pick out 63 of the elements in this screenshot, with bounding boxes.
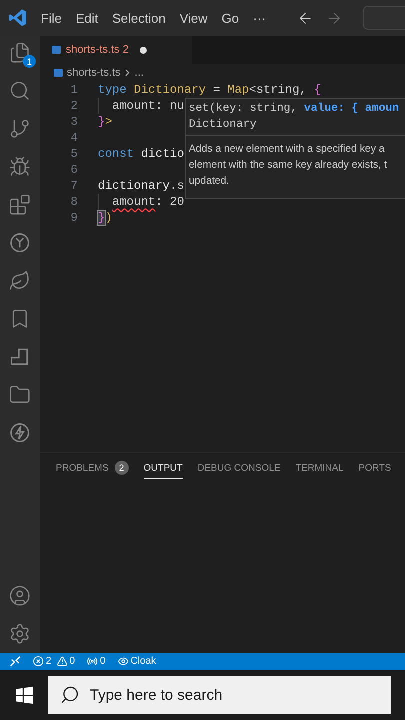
remote-icon[interactable] [10, 656, 21, 667]
chevron-icon [124, 69, 131, 77]
warning-icon [56, 656, 68, 667]
logo-icon [8, 8, 28, 28]
method-description: Adds a new element with a specified key a element with the same key already exists, t updated. [188, 143, 388, 189]
code-line: }) [98, 210, 112, 226]
code-line: type Dictionary = Map<string, { [98, 82, 322, 98]
code-line: dictionary.s [98, 178, 184, 194]
breadcrumb-item[interactable]: shorts-ts.ts [67, 67, 121, 79]
source-control-icon[interactable] [9, 118, 31, 140]
typescript-file-icon [54, 69, 63, 77]
broadcast-icon [87, 656, 98, 667]
typescript-file-icon [52, 46, 61, 54]
editor-tab[interactable]: shorts-ts.ts 2 [40, 36, 192, 64]
command-center-field[interactable] [363, 6, 405, 30]
breadcrumb-item[interactable]: ... [134, 67, 144, 79]
menu-item[interactable]: Edit [68, 10, 106, 26]
settings-icon[interactable] [9, 623, 31, 645]
count-badge: 2 [114, 461, 129, 475]
panel-tab[interactable]: DEBUG CONSOLE [198, 461, 281, 479]
line-number: 7 [70, 178, 79, 194]
search-icon [60, 685, 80, 705]
explorer-icon[interactable] [9, 42, 31, 64]
menu-item[interactable]: File [34, 10, 69, 26]
leaf-icon[interactable] [9, 270, 31, 292]
ports-status[interactable]: 0 [87, 656, 106, 667]
line-number: 3 [70, 114, 79, 130]
panel-tab[interactable]: PROBLEMS 2 [56, 461, 129, 479]
eye-icon [118, 656, 129, 667]
step-shape-icon[interactable] [9, 346, 31, 368]
circle-branch-icon[interactable] [9, 232, 31, 254]
method-signature: set(key: string, value: { amoun Dictionary [186, 99, 405, 136]
menu-item[interactable]: View [172, 10, 215, 26]
error-icon [33, 656, 44, 667]
panel-tab[interactable]: PORTS [358, 461, 392, 479]
panel-tab[interactable]: TERMINAL [296, 461, 344, 479]
panel-tab[interactable]: OUTPUT [144, 461, 183, 479]
line-number: 8 [70, 194, 79, 210]
menu-item[interactable]: Selection [105, 10, 173, 26]
line-number: 4 [70, 130, 79, 146]
menu-item[interactable]: Go [214, 10, 246, 26]
folder-icon[interactable] [9, 384, 31, 406]
code-line: }> [98, 114, 112, 130]
notification-badge: 1 [23, 55, 36, 68]
account-icon[interactable] [9, 585, 31, 607]
run-debug-icon[interactable] [9, 156, 31, 178]
line-number: 2 [70, 98, 79, 114]
tab-label: shorts-ts.ts 2 [66, 44, 129, 56]
extensions-icon[interactable] [9, 194, 31, 216]
menu-item[interactable]: ··· [246, 10, 274, 26]
lightning-circle-icon[interactable] [9, 422, 31, 444]
problems-status[interactable]: 2 0 [33, 656, 76, 667]
code-line: const dictio [98, 146, 184, 162]
line-number: 6 [70, 162, 79, 178]
code-line: amount: 20 [112, 194, 184, 210]
windows-start-icon[interactable] [16, 686, 32, 704]
taskbar-search-field[interactable]: Type here to search [48, 676, 391, 714]
line-number: 9 [70, 210, 79, 226]
search-icon[interactable] [9, 80, 31, 102]
line-number: 5 [70, 146, 79, 162]
cloak-status[interactable]: Cloak [118, 656, 156, 667]
line-number: 1 [70, 82, 79, 98]
code-line: amount: nu [112, 98, 184, 114]
